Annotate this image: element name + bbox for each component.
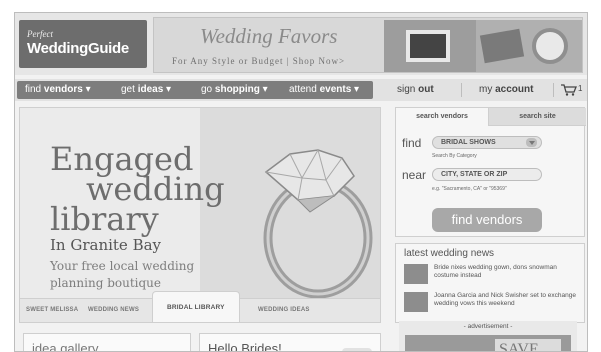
logo-small-text: Perfect: [27, 29, 53, 39]
location-hint: e.g. "Sacramento, CA" or "95369": [432, 186, 507, 192]
advertisement: - advertisement - SAVE 20%: [399, 321, 577, 351]
tab-search-vendors[interactable]: search vendors: [396, 108, 488, 126]
hero-heading-line3: library: [50, 200, 159, 238]
account-label: my: [479, 84, 496, 95]
chevron-down-icon: ▾: [259, 84, 268, 95]
nav-attend-events[interactable]: attend events ▾: [289, 84, 359, 95]
category-select[interactable]: BRIDAL SHOWS: [432, 136, 542, 149]
tab-wedding-ideas[interactable]: WEDDING IDEAS: [258, 307, 310, 313]
header: Perfect WeddingGuide Wedding Favors For …: [15, 13, 587, 75]
divider: [553, 83, 554, 97]
banner-photo-frame: [384, 20, 476, 72]
banner-subtitle: For Any Style or Budget | Shop Now>: [172, 56, 346, 66]
news-thumbnail: [404, 292, 428, 312]
sign-out-link[interactable]: sign out: [397, 84, 434, 95]
hello-brides-title: Hello Brides!: [208, 341, 282, 352]
nav-go-shopping[interactable]: go shopping ▾: [201, 84, 268, 95]
main-nav: find vendors ▾ get ideas ▾ go shopping ▾…: [15, 79, 587, 101]
cart-count: 1: [578, 84, 583, 93]
find-label: find: [402, 136, 422, 150]
nav-label: attend: [289, 84, 320, 95]
banner-photo-favors: [476, 20, 582, 72]
nav-find-vendors[interactable]: find vendors ▾: [25, 84, 91, 95]
diamond-ring-image: [263, 149, 373, 298]
nav-label-bold: shopping: [214, 84, 260, 95]
nav-label: get: [121, 84, 138, 95]
gift-box-image: [479, 28, 525, 64]
category-hint: Search By Category: [432, 153, 477, 159]
my-account-link[interactable]: my account: [479, 84, 533, 95]
nav-label-bold: ideas: [137, 84, 164, 95]
hero-heading: Engaged wedding library: [50, 143, 250, 238]
nav-label: go: [201, 84, 215, 95]
hero-tabs: SWEET MELISSA WEDDING NEWS BRIDAL LIBRAR…: [20, 291, 380, 322]
account-nav: sign out my account 1: [383, 81, 587, 99]
account-label-bold: account: [495, 84, 534, 95]
nav-menu: find vendors ▾ get ideas ▾ go shopping ▾…: [17, 81, 373, 99]
logo[interactable]: Perfect WeddingGuide: [19, 20, 147, 68]
nav-get-ideas[interactable]: get ideas ▾: [121, 84, 171, 95]
news-headline[interactable]: Joanna Garcia and Nick Swisher set to ex…: [434, 292, 580, 308]
cart-icon: [561, 84, 577, 96]
dropdown-arrow-icon: [526, 138, 537, 147]
nav-label-bold: vendors: [43, 84, 83, 95]
sign-out-label-bold: out: [418, 84, 434, 95]
news-thumbnail: [404, 264, 428, 284]
hero-location: In Granite Bay: [50, 236, 162, 254]
chevron-down-icon: ▾: [351, 84, 360, 95]
nav-label: find: [25, 84, 44, 95]
sign-out-label: sign: [397, 84, 419, 95]
news-headline[interactable]: Bride nixes wedding gown, dons snowman c…: [434, 264, 580, 280]
hero-tagline: Your free local wedding planning boutiqu…: [50, 259, 195, 290]
advertisement-save-text: SAVE 20%: [495, 339, 561, 351]
page-frame: Perfect WeddingGuide Wedding Favors For …: [14, 12, 588, 352]
cart-button[interactable]: 1: [561, 83, 583, 97]
category-select-value: BRIDAL SHOWS: [441, 139, 496, 146]
hello-brides-panel: Hello Brides!: [199, 333, 381, 352]
picture-frame-image: [406, 30, 450, 62]
hello-brides-button[interactable]: [342, 348, 372, 351]
nav-label-bold: events: [319, 84, 352, 95]
idea-gallery-title: idea gallery: [32, 341, 99, 352]
chevron-down-icon: ▾: [82, 84, 91, 95]
location-input-placeholder: CITY, STATE OR ZIP: [441, 171, 508, 178]
advertisement-label: - advertisement -: [463, 323, 513, 330]
logo-text: WeddingGuide: [27, 40, 129, 57]
chevron-down-icon: ▾: [163, 84, 172, 95]
news-title: latest wedding news: [404, 248, 495, 259]
idea-gallery-panel[interactable]: idea gallery: [23, 333, 191, 352]
tab-sweet-melissa[interactable]: SWEET MELISSA: [26, 307, 78, 313]
divider: [461, 83, 462, 97]
tab-wedding-news[interactable]: WEDDING NEWS: [88, 307, 139, 313]
latest-news-panel: latest wedding news Bride nixes wedding …: [395, 243, 585, 323]
banner-ad[interactable]: Wedding Favors For Any Style or Budget |…: [153, 17, 583, 73]
plate-image: [532, 28, 568, 64]
tab-bridal-library[interactable]: BRIDAL LIBRARY: [152, 291, 240, 322]
search-tabs: search vendors search site: [396, 108, 586, 126]
vendor-search-panel: search vendors search site find BRIDAL S…: [395, 107, 586, 237]
hero-panel: Engaged wedding library In Granite Bay Y…: [19, 107, 381, 323]
find-vendors-button[interactable]: find vendors: [432, 208, 542, 232]
tab-search-site[interactable]: search site: [488, 108, 586, 126]
location-input[interactable]: CITY, STATE OR ZIP: [432, 168, 542, 181]
banner-title: Wedding Favors: [200, 24, 338, 48]
near-label: near: [402, 168, 427, 182]
